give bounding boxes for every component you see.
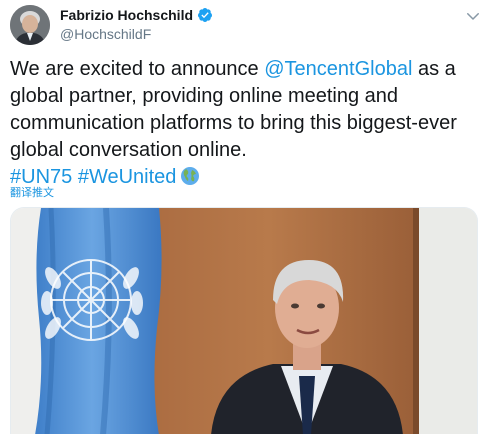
globe-icon [180, 166, 200, 186]
name-row: Fabrizio Hochschild [60, 7, 213, 23]
avatar[interactable] [10, 5, 50, 45]
tweet-text: We are excited to announce @TencentGloba… [10, 56, 486, 191]
chevron-down-icon[interactable] [464, 7, 482, 25]
mention-link[interactable]: @TencentGlobal [264, 58, 412, 80]
display-name[interactable]: Fabrizio Hochschild [60, 7, 193, 23]
verified-badge-icon [197, 7, 213, 23]
tweet: Fabrizio Hochschild @HochschildF We are … [0, 0, 493, 434]
handle[interactable]: @HochschildF [60, 26, 213, 42]
hashtag-link-weunited[interactable]: #WeUnited [78, 166, 177, 188]
author-block: Fabrizio Hochschild @HochschildF [60, 7, 213, 42]
tweet-text-before: We are excited to announce [10, 58, 265, 80]
video-thumbnail[interactable] [10, 207, 478, 434]
translate-tweet-link[interactable]: 翻译推文 [10, 184, 54, 200]
